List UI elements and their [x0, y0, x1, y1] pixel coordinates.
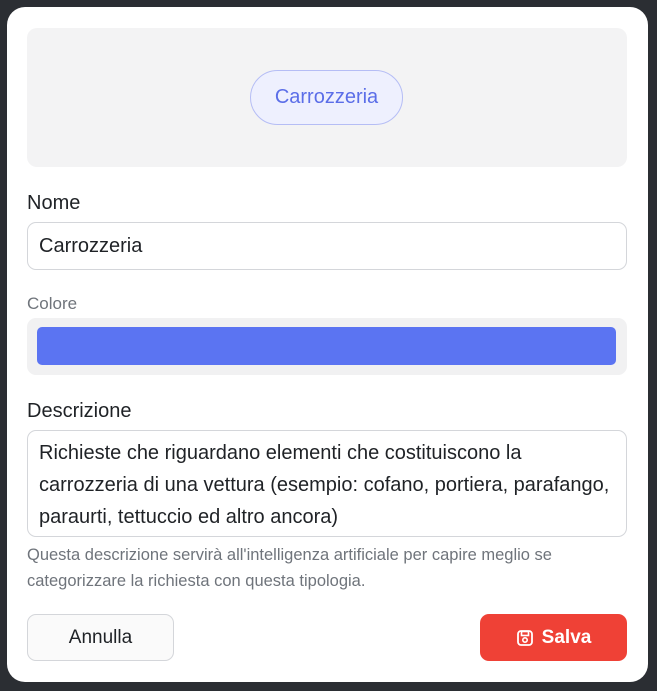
- color-swatch[interactable]: [37, 327, 616, 365]
- description-label: Descrizione: [27, 400, 132, 422]
- category-edit-modal: Carrozzeria Nome Carrozzeria Colore Desc…: [7, 7, 648, 682]
- name-label: Nome: [27, 192, 81, 214]
- color-label: Colore: [27, 294, 78, 313]
- description-help-text: Questa descrizione servirà all'intellige…: [27, 546, 552, 590]
- save-button[interactable]: Salva: [480, 614, 627, 661]
- category-chip: Carrozzeria: [250, 70, 403, 125]
- save-icon: [516, 629, 533, 646]
- name-input[interactable]: Carrozzeria: [27, 222, 627, 270]
- description-textarea[interactable]: Richieste che riguardano elementi che co…: [27, 430, 627, 537]
- save-label: Salva: [541, 626, 592, 648]
- cancel-button[interactable]: Annulla: [27, 614, 174, 661]
- category-preview: Carrozzeria: [27, 28, 627, 167]
- color-picker[interactable]: [27, 318, 627, 375]
